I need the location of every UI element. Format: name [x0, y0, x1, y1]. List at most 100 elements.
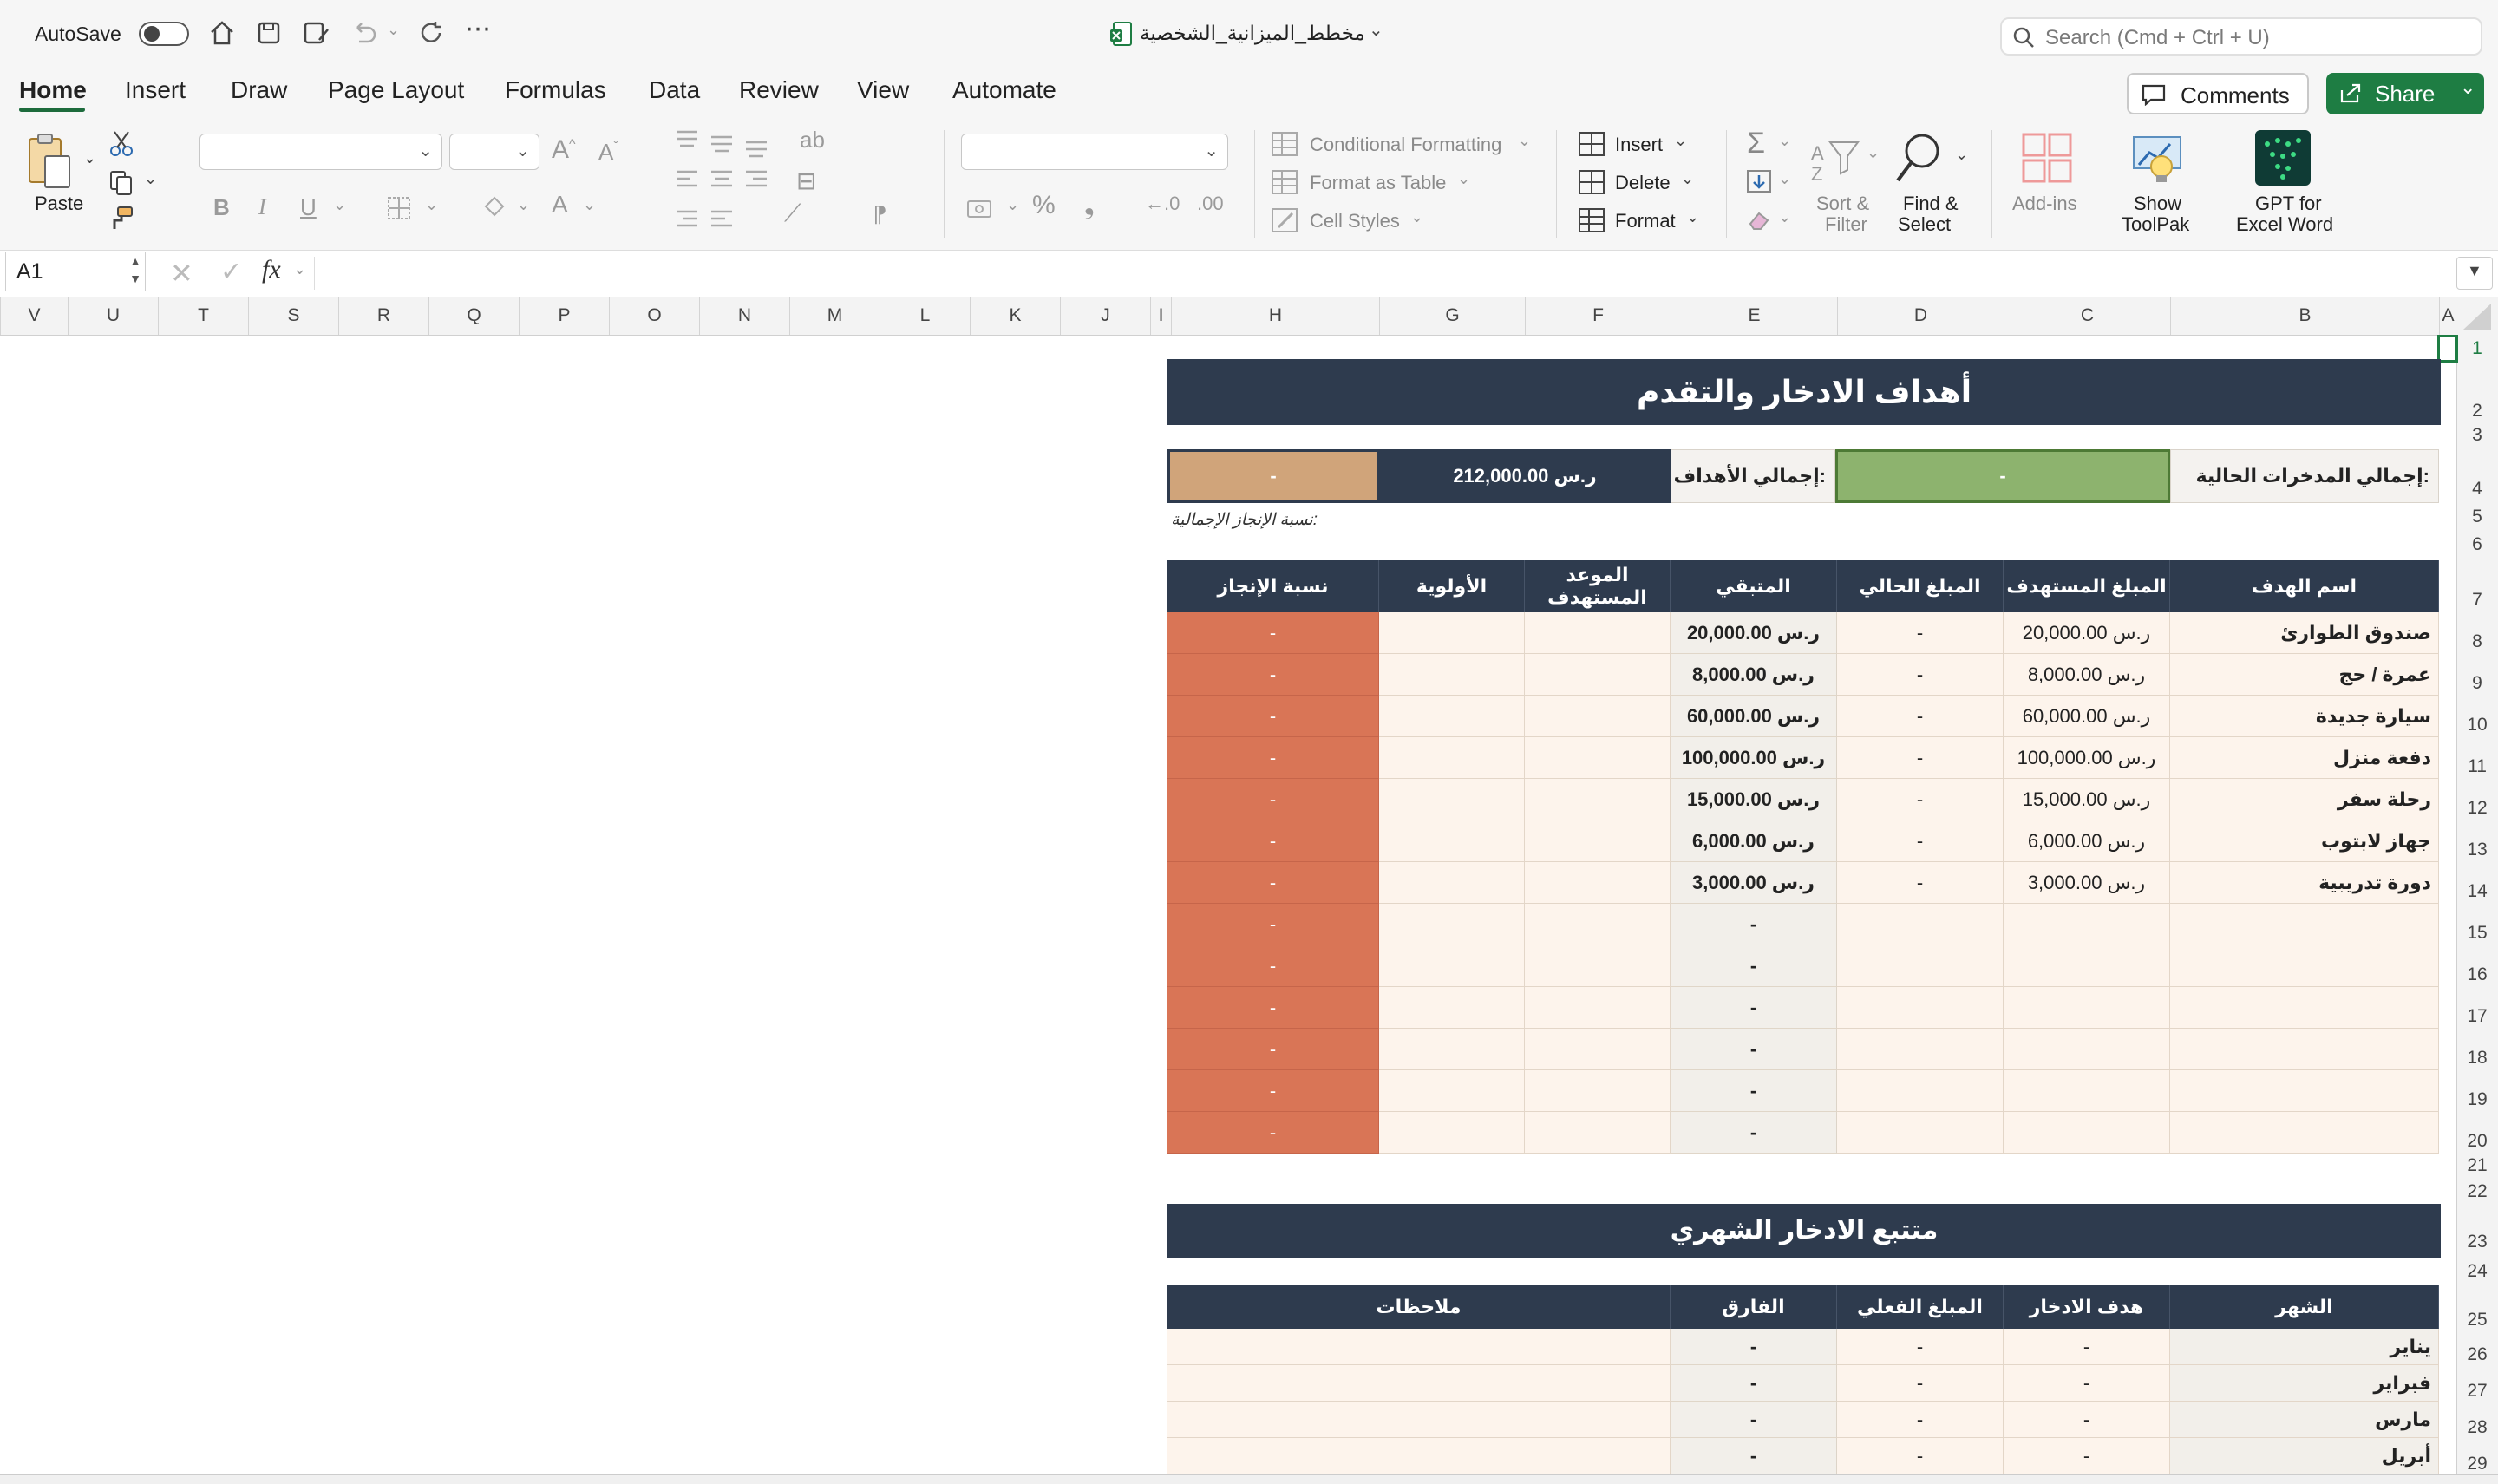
- insert-function-button[interactable]: fx: [262, 255, 281, 284]
- goal-cell-pct[interactable]: -: [1167, 779, 1379, 820]
- name-box[interactable]: A1 ▲ ▼: [5, 252, 146, 291]
- toolpak-icon[interactable]: [2130, 130, 2184, 186]
- format-cells-icon[interactable]: [1577, 206, 1606, 234]
- decrease-font-icon[interactable]: Aˇ: [598, 139, 618, 166]
- goal-cell-target[interactable]: [2004, 987, 2170, 1029]
- column-header-u[interactable]: U: [68, 297, 158, 335]
- tracker-cell-actual[interactable]: -: [1837, 1402, 2004, 1438]
- add-ins-icon[interactable]: [2021, 132, 2073, 184]
- row-header-2[interactable]: 2: [2456, 401, 2498, 422]
- goal-cell-name[interactable]: [2170, 1112, 2439, 1154]
- goal-cell-date[interactable]: [1525, 945, 1671, 987]
- tracker-title[interactable]: متتبع الادخار الشهري: [1167, 1204, 2441, 1258]
- column-header-l[interactable]: L: [880, 297, 970, 335]
- goal-cell-priority[interactable]: [1379, 1112, 1525, 1154]
- comments-button[interactable]: Comments: [2127, 73, 2309, 114]
- goal-cell-current[interactable]: [1837, 1112, 2004, 1154]
- goal-cell-date[interactable]: [1525, 654, 1671, 696]
- fill-icon[interactable]: [1745, 168, 1773, 194]
- home-icon[interactable]: [208, 19, 236, 47]
- tracker-cell-goal[interactable]: -: [2004, 1402, 2170, 1438]
- goal-cell-priority[interactable]: [1379, 1029, 1525, 1070]
- cut-icon[interactable]: [109, 130, 134, 158]
- underline-dropdown-icon[interactable]: ⌄: [333, 196, 346, 214]
- clear-dropdown-icon[interactable]: ⌄: [1778, 208, 1791, 226]
- tracker-cell-notes[interactable]: [1167, 1329, 1671, 1365]
- gpt-excel-icon[interactable]: [2255, 130, 2311, 186]
- search-input[interactable]: Search (Cmd + Ctrl + U): [2000, 17, 2482, 56]
- autosave-toggle[interactable]: [139, 22, 189, 46]
- font-color-icon[interactable]: A: [552, 191, 568, 219]
- goal-cell-remaining[interactable]: -: [1671, 1112, 1837, 1154]
- format-cells-dropdown-icon[interactable]: ⌄: [1686, 208, 1699, 226]
- goal-cell-date[interactable]: [1525, 820, 1671, 862]
- goal-cell-remaining[interactable]: -: [1671, 987, 1837, 1029]
- goal-cell-priority[interactable]: [1379, 1070, 1525, 1112]
- delete-cells-dropdown-icon[interactable]: ⌄: [1681, 170, 1694, 188]
- goal-cell-name[interactable]: جهاز لابتوب: [2170, 820, 2439, 862]
- redo-icon[interactable]: [418, 19, 446, 47]
- column-header-a[interactable]: A: [2439, 297, 2456, 335]
- font-color-dropdown-icon[interactable]: ⌄: [583, 196, 596, 214]
- goal-cell-name[interactable]: [2170, 904, 2439, 945]
- tracker-cell-diff[interactable]: -: [1671, 1438, 1837, 1474]
- conditional-formatting-button[interactable]: Conditional Formatting: [1310, 134, 1501, 156]
- row-header-27[interactable]: 27: [2456, 1381, 2498, 1402]
- goal-cell-target[interactable]: ر.س 20,000.00: [2004, 612, 2170, 654]
- autosum-icon[interactable]: Σ: [1747, 127, 1765, 160]
- borders-icon[interactable]: [385, 194, 413, 222]
- tracker-cell-month[interactable]: يناير: [2170, 1329, 2439, 1365]
- column-header-b[interactable]: B: [2170, 297, 2439, 335]
- column-header-s[interactable]: S: [248, 297, 338, 335]
- goal-cell-priority[interactable]: [1379, 737, 1525, 779]
- bold-button[interactable]: B: [213, 194, 230, 221]
- tracker-cell-notes[interactable]: [1167, 1438, 1671, 1474]
- overall-progress-value[interactable]: -: [1167, 449, 1379, 503]
- goal-cell-date[interactable]: [1525, 1112, 1671, 1154]
- column-header-p[interactable]: P: [519, 297, 609, 335]
- goal-cell-date[interactable]: [1525, 779, 1671, 820]
- goal-cell-target[interactable]: [2004, 1029, 2170, 1070]
- goal-cell-target[interactable]: ر.س 15,000.00: [2004, 779, 2170, 820]
- tracker-cell-actual[interactable]: -: [1837, 1329, 2004, 1365]
- goals-header-remaining[interactable]: المتبقي: [1671, 560, 1837, 612]
- row-header-24[interactable]: 24: [2456, 1261, 2498, 1282]
- goal-cell-name[interactable]: عمرة / حج: [2170, 654, 2439, 696]
- goal-cell-pct[interactable]: -: [1167, 987, 1379, 1029]
- goal-cell-pct[interactable]: -: [1167, 820, 1379, 862]
- row-header-21[interactable]: 21: [2456, 1155, 2498, 1176]
- save-icon[interactable]: [255, 19, 283, 47]
- conditional-formatting-dropdown-icon[interactable]: ⌄: [1518, 132, 1531, 150]
- tab-review[interactable]: Review: [739, 76, 819, 104]
- sort-filter-icon[interactable]: AZ: [1809, 135, 1861, 186]
- row-header-10[interactable]: 10: [2456, 715, 2498, 735]
- share-dropdown-icon[interactable]: ⌄: [2460, 76, 2475, 99]
- goal-cell-priority[interactable]: [1379, 612, 1525, 654]
- name-box-stepper-icon[interactable]: ▲ ▼: [129, 252, 141, 287]
- undo-icon[interactable]: [349, 19, 378, 47]
- goal-cell-current[interactable]: -: [1837, 862, 2004, 904]
- goal-cell-date[interactable]: [1525, 862, 1671, 904]
- cell-styles-dropdown-icon[interactable]: ⌄: [1410, 208, 1423, 226]
- tab-page-layout[interactable]: Page Layout: [328, 76, 464, 104]
- fill-dropdown-icon[interactable]: ⌄: [1778, 170, 1791, 188]
- tracker-header-diff[interactable]: الفارق: [1671, 1285, 1837, 1329]
- tracker-cell-actual[interactable]: -: [1837, 1438, 2004, 1474]
- goal-cell-date[interactable]: [1525, 612, 1671, 654]
- conditional-formatting-icon[interactable]: [1270, 130, 1299, 158]
- undo-dropdown-icon[interactable]: ⌄: [387, 21, 400, 39]
- goals-header-priority[interactable]: الأولوية: [1379, 560, 1525, 612]
- column-header-j[interactable]: J: [1060, 297, 1150, 335]
- goal-cell-remaining[interactable]: -: [1671, 904, 1837, 945]
- expand-formula-bar[interactable]: ▼: [2456, 257, 2493, 290]
- decrease-decimal-icon[interactable]: .00: [1197, 193, 1224, 215]
- goal-cell-name[interactable]: [2170, 1029, 2439, 1070]
- fill-color-dropdown-icon[interactable]: ⌄: [517, 196, 530, 214]
- goal-cell-date[interactable]: [1525, 904, 1671, 945]
- borders-dropdown-icon[interactable]: ⌄: [425, 196, 438, 214]
- column-header-o[interactable]: O: [609, 297, 699, 335]
- row-header-7[interactable]: 7: [2456, 590, 2498, 611]
- goal-cell-name[interactable]: دفعة منزل: [2170, 737, 2439, 779]
- column-header-n[interactable]: N: [699, 297, 789, 335]
- format-as-table-icon[interactable]: [1270, 168, 1299, 196]
